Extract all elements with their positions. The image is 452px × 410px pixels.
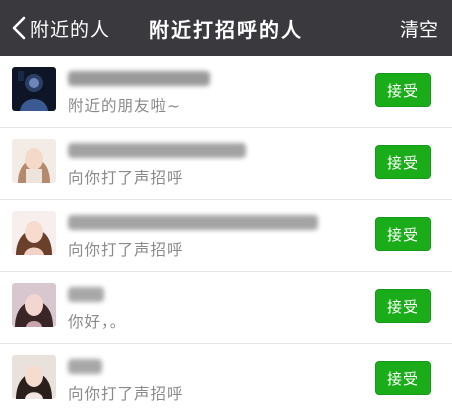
greeting-row[interactable]: 向你打了声招呼 接受 [0,128,452,200]
accept-button[interactable]: 接受 [375,289,431,323]
accept-button[interactable]: 接受 [375,217,431,251]
avatar[interactable] [12,283,56,327]
accept-button[interactable]: 接受 [375,145,431,179]
avatar[interactable] [12,139,56,183]
nickname-obscured [68,284,104,304]
back-label: 附近的人 [30,18,111,41]
avatar[interactable] [12,211,56,255]
nearby-greetings-screen: 附近的人 附近打招呼的人 清空 附近的朋友啦~ 接受 向你打了声招呼 接受 向你… [0,0,452,410]
greeting-message: 向你打了声招呼 [68,241,184,259]
nickname-obscured [68,212,318,232]
chevron-left-icon [10,15,28,41]
clear-button[interactable]: 清空 [400,15,438,42]
greeting-message: 你好，。 [68,313,127,331]
avatar[interactable] [12,67,56,111]
nickname-obscured [68,140,246,160]
accept-button[interactable]: 接受 [375,73,431,107]
greeting-row[interactable]: 附近的朋友啦~ 接受 [0,56,452,128]
greeting-message: 向你打了声招呼 [68,169,184,187]
greeting-message: 向你打了声招呼 [68,385,184,403]
back-button[interactable]: 附近的人 [10,0,110,56]
greeting-row[interactable]: 向你打了声招呼 接受 [0,200,452,272]
accept-button[interactable]: 接受 [375,361,431,395]
greeting-row[interactable]: 向你打了声招呼 接受 [0,344,452,410]
nickname-obscured [68,68,210,88]
avatar[interactable] [12,355,56,399]
greeting-message: 附近的朋友啦~ [68,97,181,115]
nickname-obscured [68,356,102,376]
nav-bar: 附近的人 附近打招呼的人 清空 [0,0,452,56]
greeting-row[interactable]: 你好，。 接受 [0,272,452,344]
greeting-list: 附近的朋友啦~ 接受 向你打了声招呼 接受 向你打了声招呼 接受 你好，。 接受… [0,56,452,410]
